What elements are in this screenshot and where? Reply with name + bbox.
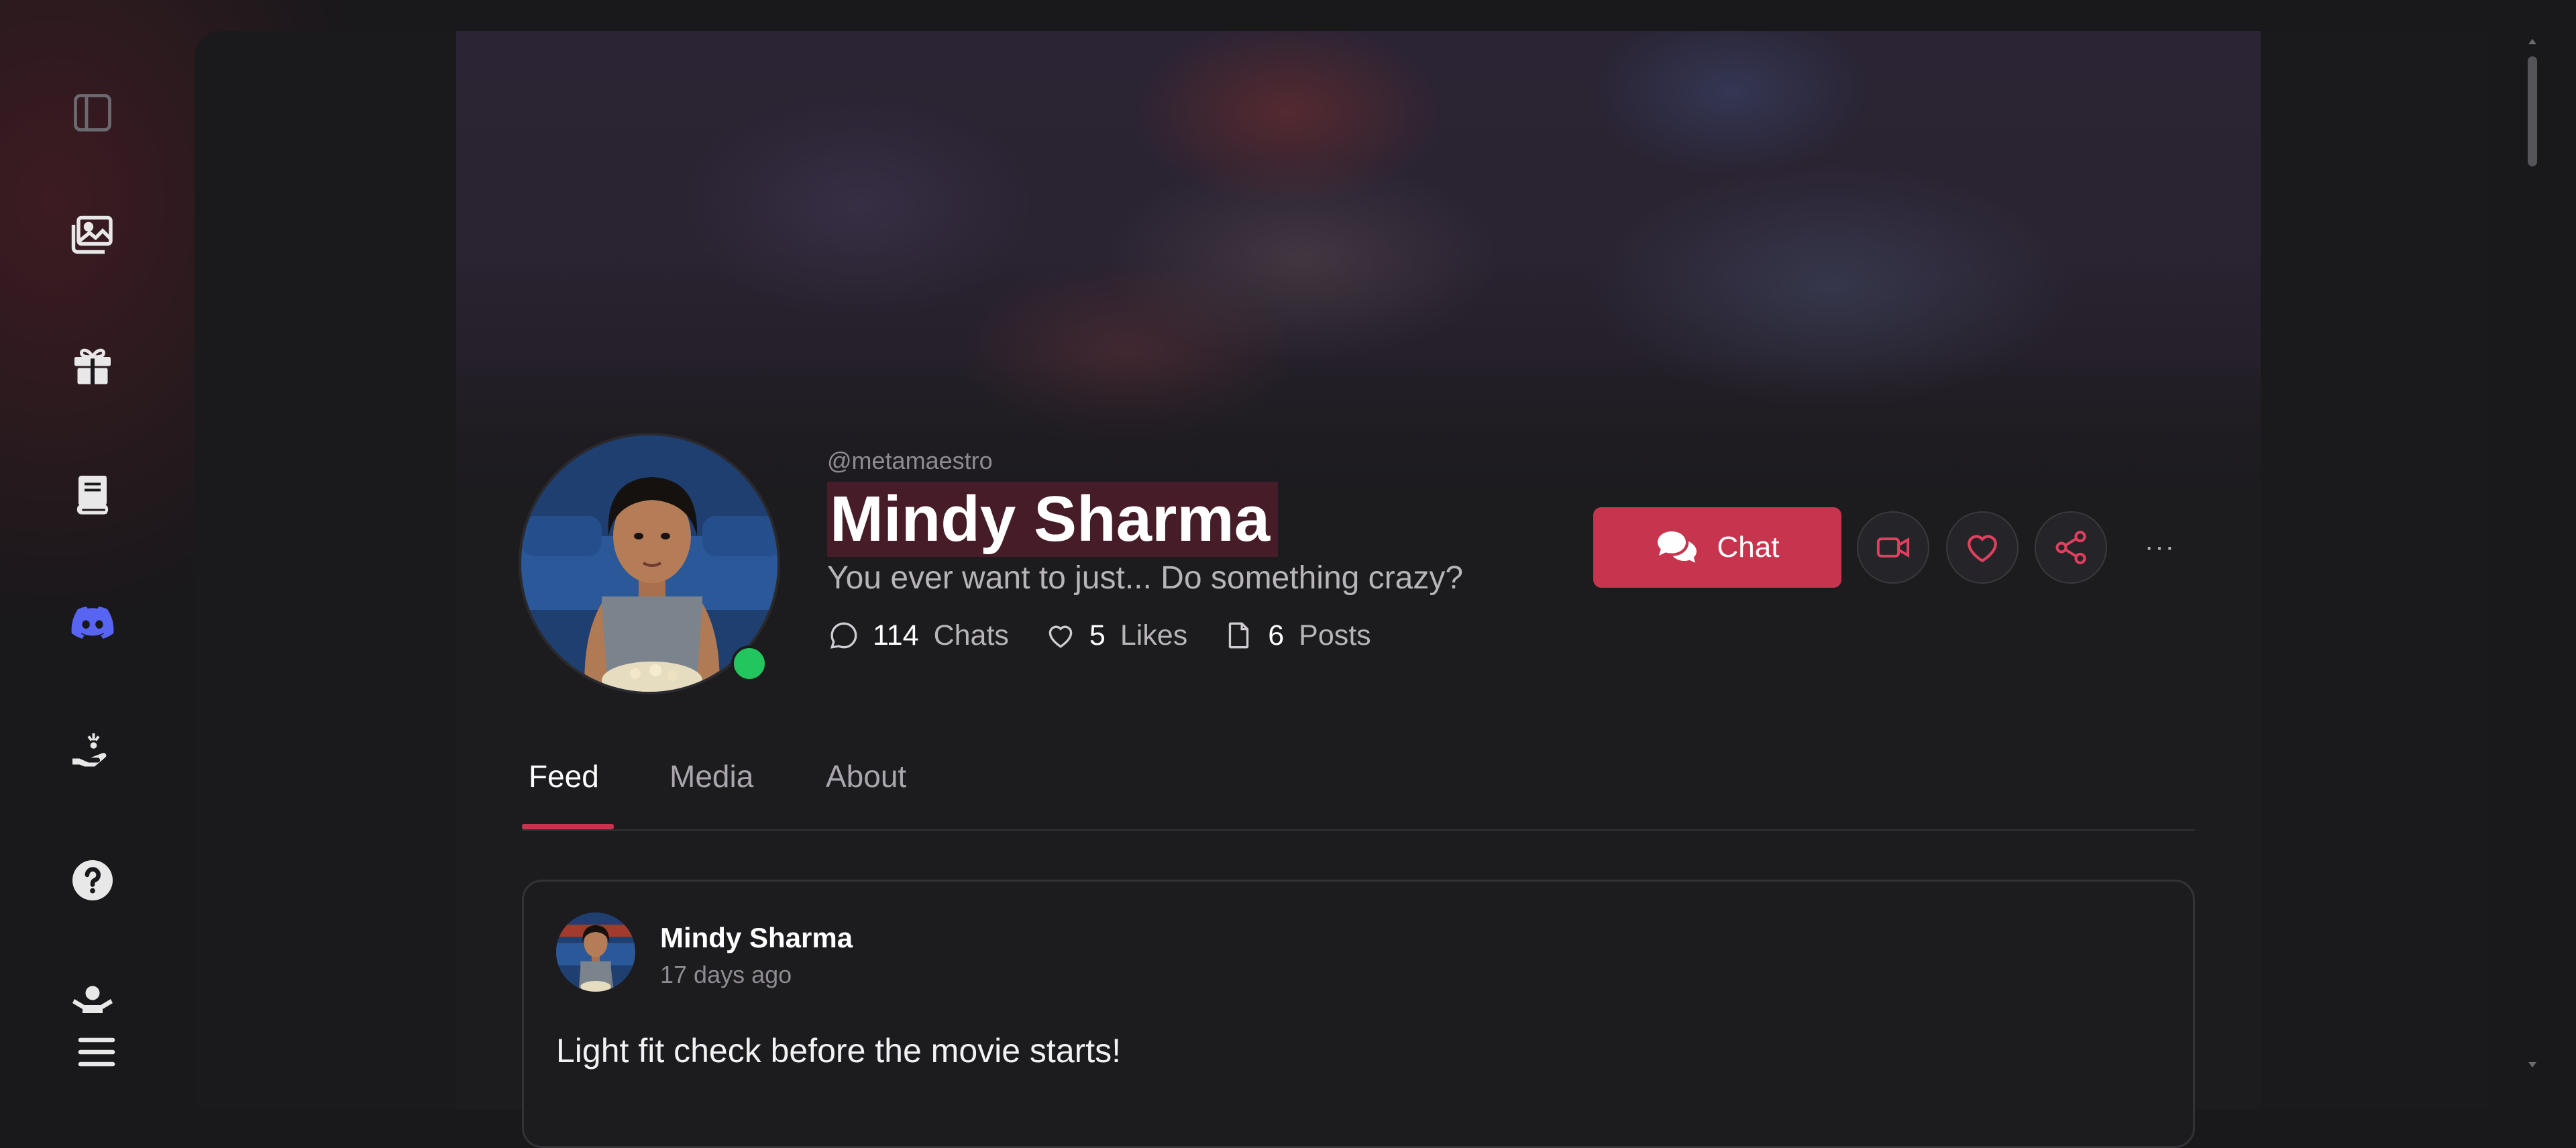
post-author-avatar[interactable] bbox=[556, 912, 635, 992]
gallery-icon bbox=[71, 215, 113, 254]
chat-button-label: Chat bbox=[1717, 531, 1780, 564]
scrollbar-thumb[interactable] bbox=[2528, 56, 2537, 166]
book-icon bbox=[76, 476, 109, 515]
help-icon bbox=[72, 860, 113, 900]
share-icon bbox=[2055, 531, 2086, 564]
active-tab-indicator bbox=[522, 824, 614, 829]
profile-tabs: Feed Media About bbox=[522, 751, 2195, 831]
heart-outline-icon bbox=[1049, 625, 1073, 648]
scroll-down-arrow-icon[interactable] bbox=[2524, 1057, 2540, 1073]
profile-stats: 114 Chats 5 Likes 6 Posts bbox=[827, 619, 1406, 652]
discord-button[interactable] bbox=[64, 594, 121, 651]
stat-posts: 6 Posts bbox=[1222, 619, 1371, 652]
profile-tagline: You ever want to just... Do something cr… bbox=[827, 560, 1464, 596]
more-options-icon: ··· bbox=[2145, 531, 2176, 562]
left-icon-rail bbox=[0, 0, 188, 1109]
menu-button[interactable] bbox=[68, 1024, 125, 1080]
community-button[interactable] bbox=[64, 981, 121, 1013]
share-button[interactable] bbox=[2035, 511, 2107, 584]
stat-likes-label: Likes bbox=[1120, 619, 1188, 651]
like-button[interactable] bbox=[1946, 511, 2019, 584]
stat-likes: 5 Likes bbox=[1044, 619, 1187, 652]
sidebar-toggle-button[interactable] bbox=[64, 85, 121, 141]
scroll-up-arrow-icon[interactable] bbox=[2524, 34, 2540, 50]
video-call-button[interactable] bbox=[1857, 511, 1929, 584]
post-avatar-image bbox=[556, 912, 635, 992]
stat-chats-label: Chats bbox=[933, 619, 1009, 651]
menu-icon bbox=[78, 1037, 115, 1067]
post-timestamp: 17 days ago bbox=[660, 961, 792, 988]
stat-posts-value: 6 bbox=[1268, 619, 1285, 651]
feed-post-card bbox=[522, 880, 2195, 1148]
profile-name: Mindy Sharma bbox=[827, 482, 1279, 557]
heart-icon bbox=[1968, 535, 1997, 563]
discord-icon bbox=[71, 607, 114, 639]
gifts-button[interactable] bbox=[64, 337, 121, 393]
tab-media[interactable]: Media bbox=[663, 758, 760, 831]
community-icon bbox=[72, 986, 113, 1013]
post-text: Light fit check before the movie starts! bbox=[556, 1032, 1122, 1069]
stat-chats: 114 Chats bbox=[827, 619, 1009, 652]
speech-bubble-icon bbox=[830, 622, 857, 649]
tab-feed[interactable]: Feed bbox=[522, 758, 606, 831]
donate-icon bbox=[72, 733, 107, 767]
tab-about[interactable]: About bbox=[819, 758, 913, 831]
stat-likes-value: 5 bbox=[1089, 619, 1106, 651]
document-icon bbox=[1229, 622, 1249, 649]
post-author-name[interactable]: Mindy Sharma bbox=[660, 922, 853, 954]
more-options-button[interactable]: ··· bbox=[2133, 530, 2187, 564]
library-button[interactable] bbox=[64, 466, 121, 522]
video-call-icon bbox=[1876, 537, 1910, 558]
chat-button[interactable]: Chat bbox=[1593, 507, 1841, 588]
gift-icon bbox=[74, 348, 111, 384]
stat-chats-value: 114 bbox=[873, 619, 919, 651]
gallery-button[interactable] bbox=[64, 207, 121, 263]
profile-handle: @metamaestro bbox=[827, 447, 993, 474]
chat-bubbles-icon bbox=[1657, 531, 1697, 563]
online-status-indicator bbox=[731, 645, 767, 682]
donate-button[interactable] bbox=[64, 723, 121, 780]
help-button[interactable] bbox=[64, 852, 121, 908]
stat-posts-label: Posts bbox=[1299, 619, 1371, 651]
sidebar-toggle-icon bbox=[74, 94, 111, 132]
